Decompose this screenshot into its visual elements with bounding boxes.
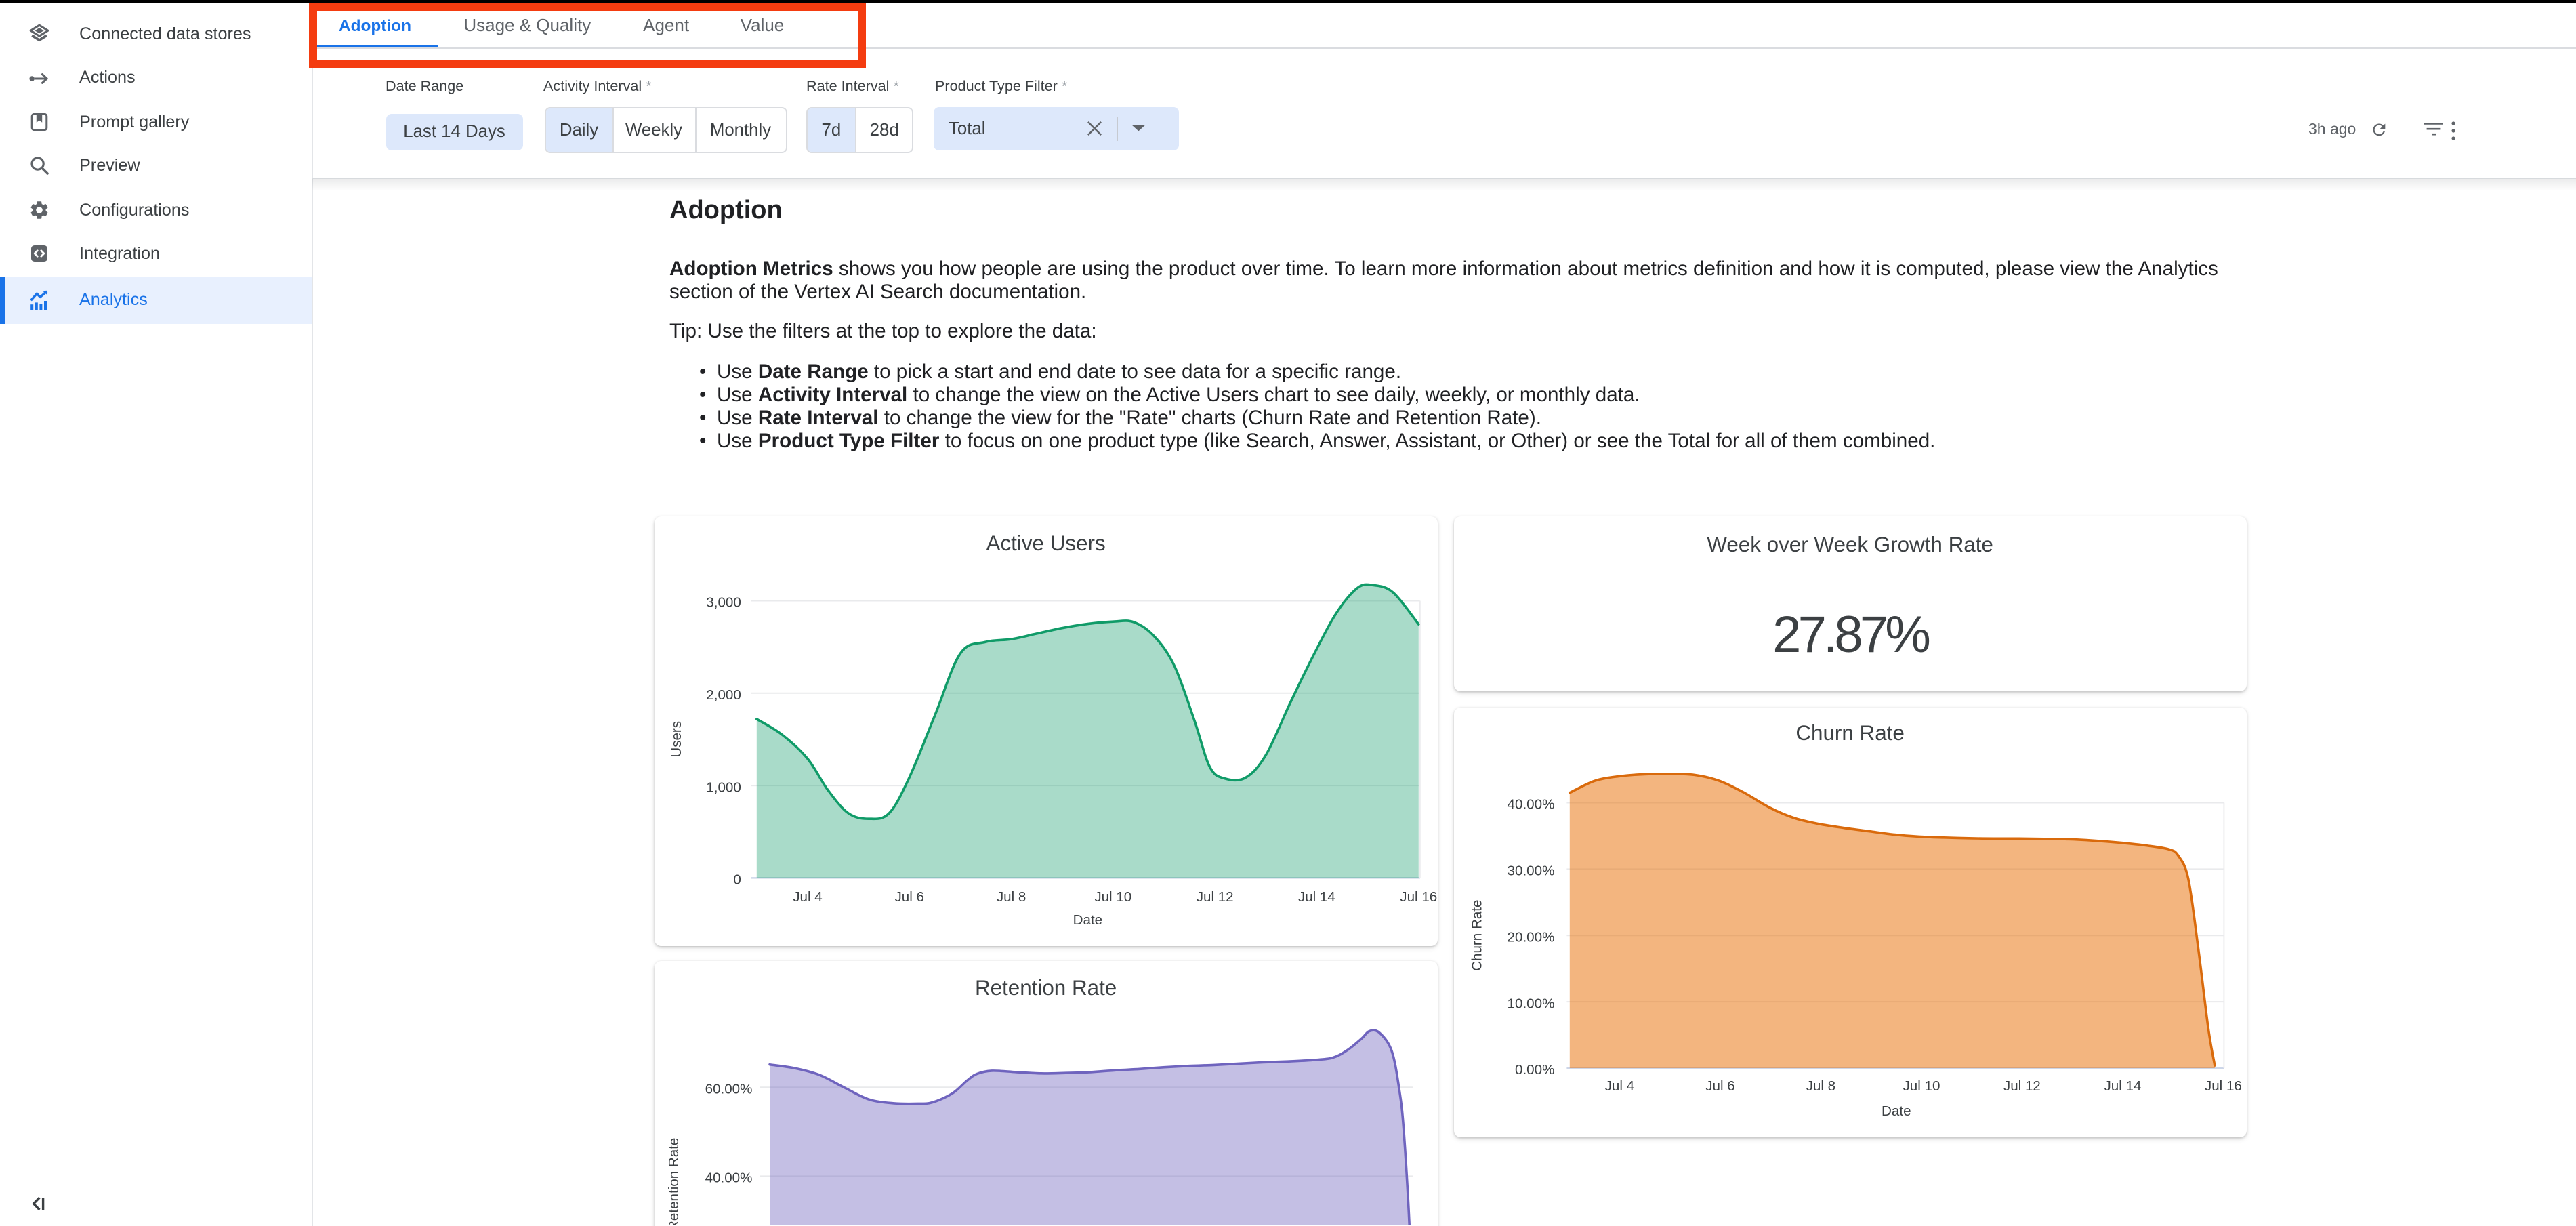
svg-text:Users: Users <box>668 720 684 757</box>
svg-text:Jul 12: Jul 12 <box>1196 888 1233 904</box>
svg-text:Jul 12: Jul 12 <box>2003 1079 2041 1095</box>
svg-text:Date: Date <box>1073 912 1102 927</box>
svg-text:Jul 6: Jul 6 <box>1705 1079 1735 1095</box>
svg-text:Jul 8: Jul 8 <box>996 888 1025 904</box>
svg-text:30.00%: 30.00% <box>1507 863 1554 879</box>
svg-text:Jul 8: Jul 8 <box>1806 1079 1835 1095</box>
svg-text:10.00%: 10.00% <box>1507 996 1554 1012</box>
svg-text:40.00%: 40.00% <box>1507 797 1554 813</box>
svg-text:1,000: 1,000 <box>705 779 741 794</box>
svg-text:Jul 14: Jul 14 <box>2104 1079 2141 1095</box>
svg-text:60.00%: 60.00% <box>705 1081 752 1097</box>
svg-text:Jul 16: Jul 16 <box>2205 1079 2242 1095</box>
svg-text:40.00%: 40.00% <box>705 1170 752 1185</box>
svg-text:Jul 10: Jul 10 <box>1903 1079 1940 1095</box>
svg-text:Date: Date <box>1882 1103 1911 1119</box>
svg-text:0: 0 <box>733 872 741 887</box>
svg-text:Jul 4: Jul 4 <box>792 888 821 904</box>
svg-text:20.00%: 20.00% <box>1507 930 1554 945</box>
svg-text:Jul 16: Jul 16 <box>1399 888 1436 904</box>
svg-text:Jul 6: Jul 6 <box>894 888 923 904</box>
svg-text:3,000: 3,000 <box>705 594 741 610</box>
svg-text:2,000: 2,000 <box>705 687 741 702</box>
svg-text:Churn Rate: Churn Rate <box>1469 900 1484 971</box>
svg-text:Jul 14: Jul 14 <box>1297 888 1335 904</box>
svg-text:Retention Rate: Retention Rate <box>665 1137 681 1226</box>
svg-text:0.00%: 0.00% <box>1515 1063 1554 1078</box>
svg-text:Jul 10: Jul 10 <box>1094 888 1131 904</box>
svg-text:Jul 4: Jul 4 <box>1604 1079 1634 1095</box>
